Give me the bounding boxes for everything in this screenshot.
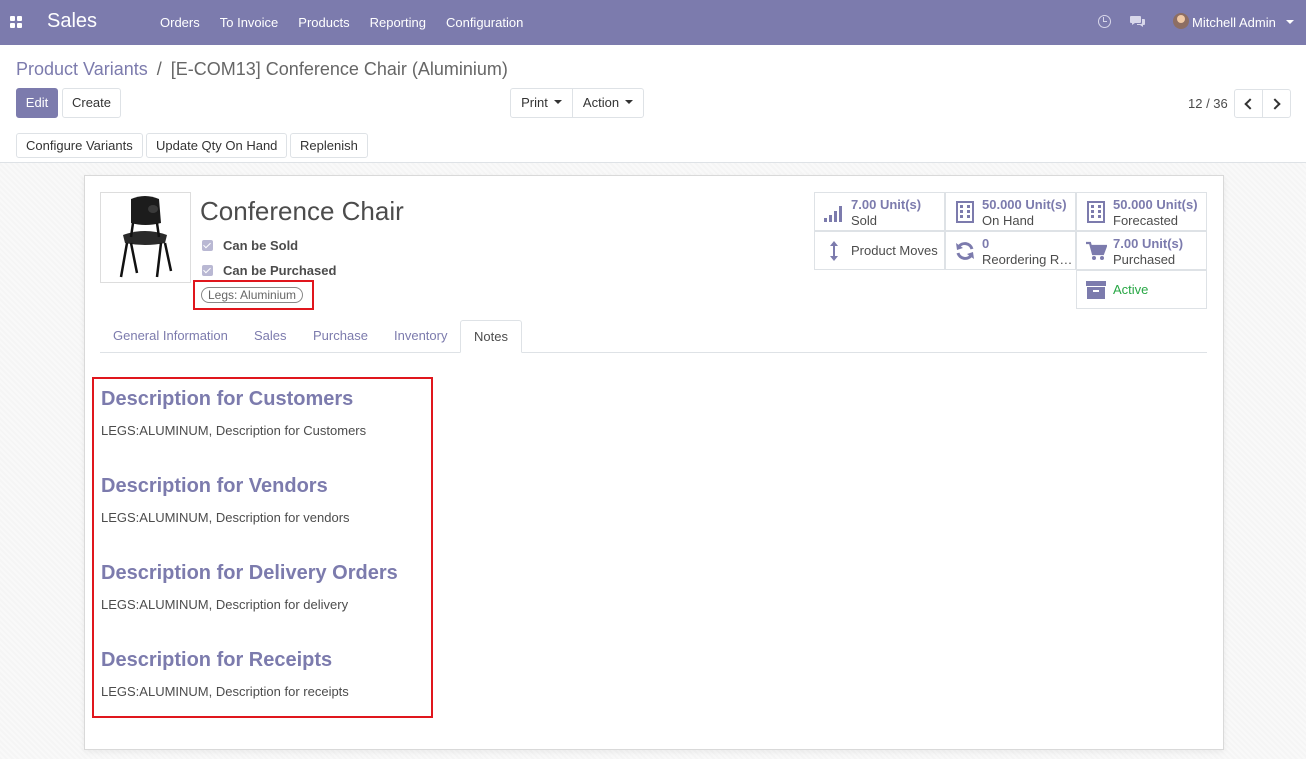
sold-label: Sold	[851, 213, 878, 228]
arrows-vertical-icon	[830, 241, 838, 261]
tab-inventory[interactable]: Inventory	[381, 320, 460, 353]
vendors-description-text[interactable]: LEGS:ALUMINUM, Description for vendors	[101, 510, 350, 525]
print-caret-icon	[553, 100, 562, 105]
purchased-label: Purchased	[1113, 252, 1176, 267]
customers-description-title: Description for Customers	[101, 388, 354, 410]
breadcrumb-current: [E-COM13] Conference Chair (Aluminium)	[170, 59, 508, 79]
main-menu: Orders To Invoice Products Reporting Con…	[150, 0, 533, 45]
pager-next-button[interactable]	[1262, 89, 1291, 118]
on-hand-smart-button[interactable]: 50.000 Unit(s) On Hand	[945, 192, 1076, 231]
refresh-icon	[956, 242, 974, 260]
active-toggle-smart-button[interactable]: Active	[1076, 270, 1207, 309]
forecasted-value: 50.000 Unit(s)	[1113, 197, 1198, 212]
building-icon	[1087, 201, 1105, 223]
pager-value[interactable]: 12 / 36	[1188, 96, 1228, 111]
archive-icon	[1086, 281, 1106, 299]
activity-clock-icon[interactable]	[1098, 15, 1111, 28]
product-name[interactable]: Conference Chair	[200, 196, 404, 227]
print-dropdown[interactable]: Print	[510, 88, 573, 118]
tab-sales[interactable]: Sales	[241, 320, 300, 353]
menu-item-reporting[interactable]: Reporting	[360, 0, 436, 45]
cart-icon	[1086, 241, 1107, 260]
apps-menu-icon[interactable]	[10, 16, 22, 28]
edit-button[interactable]: Edit	[16, 88, 58, 118]
menu-item-to-invoice[interactable]: To Invoice	[210, 0, 289, 45]
breadcrumb-parent-link[interactable]: Product Variants	[16, 59, 148, 79]
breadcrumb-separator: /	[156, 59, 162, 79]
can-be-purchased-checkbox[interactable]	[202, 265, 213, 276]
purchased-value: 7.00 Unit(s)	[1113, 236, 1184, 251]
tab-purchase[interactable]: Purchase	[300, 320, 381, 353]
tab-general-information[interactable]: General Information	[100, 320, 241, 353]
sold-smart-button[interactable]: 7.00 Unit(s) Sold	[814, 192, 945, 231]
reordering-rules-smart-button[interactable]: 0 Reordering Rules	[945, 231, 1076, 270]
forecasted-label: Forecasted	[1113, 213, 1179, 228]
delivery-description-text[interactable]: LEGS:ALUMINUM, Description for delivery	[101, 597, 348, 612]
action-dropdown[interactable]: Action	[572, 88, 644, 118]
reordering-value: 0	[982, 236, 990, 251]
customers-description-text[interactable]: LEGS:ALUMINUM, Description for Customers	[101, 423, 366, 438]
reordering-label: Reordering Rules	[982, 252, 1074, 267]
user-name[interactable]: Mitchell Admin	[1192, 15, 1276, 30]
purchased-smart-button[interactable]: 7.00 Unit(s) Purchased	[1076, 231, 1207, 270]
receipts-description-title: Description for Receipts	[101, 649, 333, 671]
chat-icon[interactable]	[1130, 14, 1146, 28]
receipts-description-text[interactable]: LEGS:ALUMINUM, Description for receipts	[101, 684, 349, 699]
chevron-right-icon	[1269, 98, 1281, 110]
vendors-description-title: Description for Vendors	[101, 475, 328, 497]
forecasted-smart-button[interactable]: 50.000 Unit(s) Forecasted	[1076, 192, 1207, 231]
replenish-button[interactable]: Replenish	[290, 133, 368, 158]
attribute-value-tag: Legs: Aluminium	[201, 287, 304, 303]
top-navbar: Sales Orders To Invoice Products Reporti…	[0, 0, 1306, 45]
action-caret-icon	[625, 100, 634, 105]
delivery-description-title: Description for Delivery Orders	[101, 562, 398, 584]
can-be-sold-checkbox[interactable]	[202, 240, 213, 251]
breadcrumb: Product Variants / [E-COM13] Conference …	[16, 59, 508, 80]
configure-variants-button[interactable]: Configure Variants	[16, 133, 143, 158]
on-hand-value: 50.000 Unit(s)	[982, 197, 1067, 212]
app-name[interactable]: Sales	[47, 10, 97, 33]
update-qty-on-hand-button[interactable]: Update Qty On Hand	[146, 133, 288, 158]
product-image[interactable]	[100, 192, 191, 283]
menu-item-orders[interactable]: Orders	[150, 0, 210, 45]
product-moves-smart-button[interactable]: Product Moves	[814, 231, 945, 270]
tab-notes[interactable]: Notes	[460, 320, 522, 353]
chair-image	[119, 196, 173, 278]
sold-value: 7.00 Unit(s)	[851, 197, 922, 212]
menu-item-configuration[interactable]: Configuration	[436, 0, 533, 45]
pager-previous-button[interactable]	[1234, 89, 1263, 118]
print-label: Print	[521, 95, 548, 110]
product-moves-label: Product Moves	[851, 243, 938, 258]
user-avatar[interactable]	[1173, 13, 1189, 29]
notebook-tabs: General Information Sales Purchase Inven…	[100, 320, 1207, 353]
chevron-left-icon	[1244, 98, 1256, 110]
can-be-sold-label: Can be Sold	[223, 238, 299, 253]
building-icon	[956, 201, 974, 223]
action-label: Action	[582, 95, 620, 110]
menu-item-products[interactable]: Products	[288, 0, 359, 45]
user-menu-caret-icon[interactable]	[1286, 20, 1294, 24]
on-hand-label: On Hand	[982, 213, 1035, 228]
chart-bars-icon	[824, 206, 842, 222]
can-be-purchased-label: Can be Purchased	[223, 263, 337, 278]
create-button[interactable]: Create	[62, 88, 121, 118]
form-statusbar: Configure Variants Update Qty On Hand Re…	[0, 126, 1306, 163]
active-label: Active	[1113, 282, 1149, 297]
